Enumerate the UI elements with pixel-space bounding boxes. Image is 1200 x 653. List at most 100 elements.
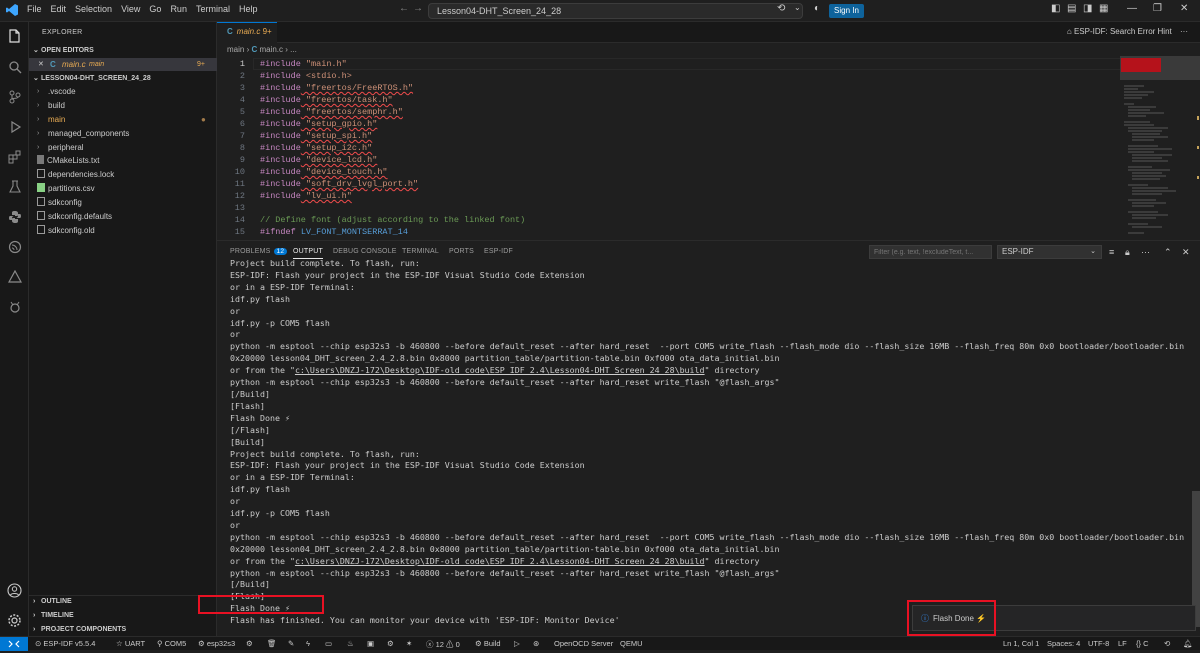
tree-file-sdkconfig-defaults[interactable]: sdkconfig.defaults: [29, 210, 217, 223]
outline-section[interactable]: › OUTLINE: [33, 598, 72, 605]
build-item[interactable]: ⚙ Build: [475, 639, 501, 648]
search-icon[interactable]: [5, 57, 24, 76]
tree-folder-main[interactable]: › main ●: [29, 113, 217, 126]
toggle-secondary-sidebar-icon[interactable]: ◨: [1083, 3, 1092, 14]
tree-file-sdkconfig-old[interactable]: sdkconfig.old: [29, 224, 217, 237]
tab-esp-idf[interactable]: ESP-IDF: [484, 248, 513, 255]
wrench-icon[interactable]: ✎: [288, 639, 294, 648]
flash-method-item[interactable]: ☆ UART: [116, 639, 145, 648]
qemu-item[interactable]: QEMU: [620, 639, 643, 648]
command-center-search[interactable]: Lesson04-DHT_Screen_24_28: [428, 3, 803, 19]
menu-terminal[interactable]: Terminal: [196, 4, 230, 14]
tree-folder-peripheral[interactable]: › peripheral: [29, 141, 217, 154]
maximize-panel-icon[interactable]: ⌃: [1164, 247, 1172, 258]
espidf-icon[interactable]: [5, 237, 24, 256]
espidf-version-item[interactable]: ⊙ ESP-IDF v5.5.4: [35, 639, 95, 648]
gear-icon[interactable]: ⚙: [387, 639, 394, 648]
chevron-down-icon[interactable]: ⌄: [794, 3, 801, 12]
flame-icon[interactable]: ♨: [347, 639, 354, 648]
language-item[interactable]: {} C: [1136, 639, 1149, 648]
tree-folder-vscode[interactable]: › .vscode: [29, 85, 217, 98]
flash-icon[interactable]: ϟ: [306, 639, 310, 648]
copilot-icon[interactable]: ⟲: [777, 3, 785, 14]
explorer-icon[interactable]: [5, 27, 24, 46]
path-link[interactable]: c:\Users\DNZJ-172\Desktop\IDF-old_code\E…: [295, 556, 705, 566]
open-editor-item[interactable]: ✕ C main.c main 9+: [29, 58, 217, 71]
menu-selection[interactable]: Selection: [75, 4, 112, 14]
broadcast-icon[interactable]: ⊛: [533, 639, 539, 648]
trash-icon[interactable]: 🗑︎: [267, 639, 277, 648]
tree-folder-build[interactable]: › build: [29, 99, 217, 112]
source-control-icon[interactable]: [5, 87, 24, 106]
debug-icon[interactable]: ✶: [406, 639, 412, 648]
tab-terminal[interactable]: TERMINAL: [402, 248, 439, 255]
tab-main-c[interactable]: Cmain.c 9+: [217, 22, 277, 43]
tree-file-partitions[interactable]: partitions.csv: [29, 182, 217, 195]
forward-arrow-icon[interactable]: →: [413, 3, 423, 14]
bell-icon[interactable]: 🔔︎: [1183, 639, 1193, 648]
project-section[interactable]: ⌄ LESSON04-DHT_SCREEN_24_28: [33, 74, 151, 82]
extensions-icon[interactable]: [5, 147, 24, 166]
breadcrumb-file[interactable]: main.c: [259, 45, 283, 54]
menu-edit[interactable]: Edit: [51, 4, 67, 14]
problems-status[interactable]: ⓧ 12 ⚠ 0: [426, 639, 460, 650]
account-icon[interactable]: [5, 581, 24, 600]
tab-problems[interactable]: PROBLEMS 12: [230, 248, 288, 255]
toggle-panel-icon[interactable]: ▤: [1067, 3, 1076, 14]
run-icon[interactable]: ▷: [514, 639, 520, 648]
output-filter-input[interactable]: [869, 245, 992, 259]
tab-ports[interactable]: PORTS: [449, 248, 474, 255]
testing-icon[interactable]: [5, 177, 24, 196]
back-arrow-icon[interactable]: ←: [399, 3, 409, 14]
timeline-section[interactable]: › TIMELINE: [33, 612, 74, 619]
openocd-item[interactable]: OpenOCD Server: [554, 639, 613, 648]
list-filter-icon[interactable]: ≡: [1109, 247, 1114, 257]
terminal-icon[interactable]: ▣: [367, 639, 374, 648]
close-icon[interactable]: ✕: [38, 58, 44, 71]
open-editors-section[interactable]: ⌄ OPEN EDITORS: [33, 46, 94, 54]
menu-run[interactable]: Run: [170, 4, 187, 14]
target-item[interactable]: ⚙ esp32s3: [198, 639, 235, 648]
esp-idf-search-error-hint[interactable]: ⌂ ESP-IDF: Search Error Hint ···: [1067, 27, 1188, 36]
python-icon[interactable]: [5, 207, 24, 226]
restore-icon[interactable]: ❐: [1153, 3, 1162, 14]
tree-file-sdkconfig[interactable]: sdkconfig: [29, 196, 217, 209]
idf-explorer-icon[interactable]: [5, 267, 24, 286]
output-channel-select[interactable]: ESP-IDF ⌄: [997, 245, 1102, 259]
breadcrumb-symbol[interactable]: ...: [290, 45, 297, 54]
menu-go[interactable]: Go: [149, 4, 161, 14]
close-panel-icon[interactable]: ✕: [1182, 247, 1190, 258]
minimap[interactable]: [1120, 56, 1200, 240]
close-icon[interactable]: ✕: [1180, 3, 1188, 14]
output-log[interactable]: Project build complete. To flash, run: ES…: [230, 258, 1184, 627]
remote-explorer-icon[interactable]: [5, 297, 24, 316]
remote-indicator[interactable]: [0, 637, 28, 651]
more-actions-icon[interactable]: ···: [1141, 247, 1150, 257]
customize-layout-icon[interactable]: ▦: [1099, 3, 1108, 14]
lock-icon[interactable]: 🔒︎: [1125, 247, 1130, 258]
run-debug-icon[interactable]: [5, 117, 24, 136]
encoding[interactable]: UTF-8: [1088, 639, 1109, 648]
indentation[interactable]: Spaces: 4: [1047, 639, 1080, 648]
menu-file[interactable]: File: [27, 4, 42, 14]
monitor-icon[interactable]: ▭: [325, 639, 332, 648]
port-item[interactable]: ⚲ COM5: [157, 639, 186, 648]
tree-file-dependencies-lock[interactable]: dependencies.lock: [29, 168, 217, 181]
project-components-section[interactable]: › PROJECT COMPONENTS: [33, 626, 126, 633]
account-icon[interactable]: ◐: [814, 3, 820, 14]
toggle-sidebar-icon[interactable]: ◧: [1051, 3, 1060, 14]
end-of-line[interactable]: LF: [1118, 639, 1127, 648]
cursor-position[interactable]: Ln 1, Col 1: [1003, 639, 1039, 648]
sign-in-button[interactable]: Sign In: [829, 4, 864, 18]
minimize-icon[interactable]: —: [1127, 3, 1137, 14]
menu-help[interactable]: Help: [239, 4, 258, 14]
settings-gear-icon[interactable]: [5, 611, 24, 630]
menu-view[interactable]: View: [121, 4, 140, 14]
tab-debug-console[interactable]: DEBUG CONSOLE: [333, 248, 397, 255]
tree-file-cmakelists[interactable]: CMakeLists.txt: [29, 154, 217, 167]
more-actions-icon[interactable]: ···: [1180, 27, 1188, 36]
copilot-icon[interactable]: ⟲: [1164, 639, 1170, 648]
path-link[interactable]: c:\Users\DNZJ-172\Desktop\IDF-old_code\E…: [295, 365, 705, 375]
breadcrumb-folder[interactable]: main: [227, 45, 244, 54]
tree-folder-managed-components[interactable]: › managed_components: [29, 127, 217, 140]
